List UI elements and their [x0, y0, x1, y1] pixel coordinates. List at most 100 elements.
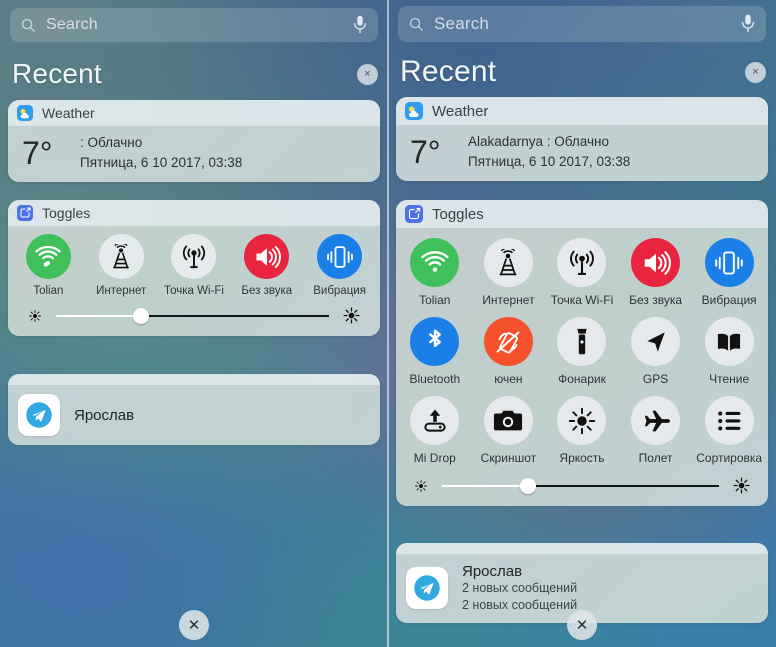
- toggle-reading-mode[interactable]: Чтение: [692, 317, 766, 386]
- weather-card[interactable]: Weather 7° Alakadarnya : Облачно Пятница…: [396, 97, 768, 182]
- toggles-card-body: Tolian Интернет Точка Wi-Fi Без звука Ви…: [396, 228, 768, 506]
- toggle-row-2: Bluetooth ючен Фонарик GPS Чтение: [398, 317, 766, 386]
- toggle-screenshot[interactable]: Скриншот: [472, 396, 546, 465]
- brightness-slider[interactable]: [56, 307, 329, 324]
- dismiss-all-button[interactable]: ✕: [567, 610, 597, 640]
- toggle-hotspot[interactable]: Точка Wi-Fi: [545, 238, 619, 307]
- toggle-airplane[interactable]: Полет: [619, 396, 693, 465]
- mi-drop-icon: [424, 409, 446, 432]
- toggle-hotspot[interactable]: Точка Wi-Fi: [158, 234, 231, 297]
- toggle-rotation-lock[interactable]: ючен: [472, 317, 546, 386]
- search-input-placeholder[interactable]: Search: [434, 14, 489, 34]
- vibration-icon: [326, 245, 353, 268]
- vibration-bubble: [317, 234, 363, 279]
- toggle-brightness[interactable]: Яркость: [545, 396, 619, 465]
- reading-bubble: [704, 317, 754, 366]
- toggle-gps[interactable]: GPS: [619, 317, 693, 386]
- flashlight-bubble: [557, 317, 607, 366]
- volume-icon: [644, 250, 671, 275]
- sort-list-icon: [718, 410, 741, 431]
- toggle-vibration[interactable]: Вибрация: [303, 234, 376, 297]
- toggles-card-header: Toggles: [8, 200, 380, 226]
- recent-header-row: Recent ×: [400, 55, 766, 89]
- weather-card-body: 7° Alakadarnya : Облачно Пятница, 6 10 2…: [396, 125, 768, 182]
- toggle-label: ючен: [494, 372, 523, 386]
- toggle-label: GPS: [642, 372, 669, 386]
- weather-card-header: Weather: [396, 97, 768, 125]
- microphone-icon[interactable]: [352, 14, 368, 36]
- search-bar[interactable]: Search: [10, 8, 378, 42]
- notification-card[interactable]: Ярослав: [8, 374, 380, 445]
- slider-knob[interactable]: [519, 477, 536, 494]
- toggles-card[interactable]: Toggles Tolian Интернет Точка Wi-Fi Без …: [8, 200, 380, 336]
- brightness-low-icon: [414, 479, 428, 492]
- hotspot-bubble: [557, 238, 607, 287]
- weather-app-icon: [17, 105, 33, 121]
- toggle-bluetooth[interactable]: Bluetooth: [398, 317, 472, 386]
- bluetooth-bubble: [410, 317, 460, 366]
- cell-tower-bubble: [483, 238, 533, 287]
- brightness-bubble: [557, 396, 607, 445]
- brightness-slider-row[interactable]: [398, 465, 766, 500]
- toggles-card[interactable]: Toggles Tolian Интернет Точка Wi-Fi Без …: [396, 200, 768, 506]
- sort-list-bubble: [704, 396, 754, 445]
- gps-icon: [646, 331, 665, 352]
- notification-line-2: 2 новых сообщений: [462, 597, 578, 612]
- toggle-label: Mi Drop: [413, 451, 456, 465]
- search-bar[interactable]: Search: [398, 6, 766, 42]
- toggle-row-3: Mi Drop Скриншот Яркость Полет Сортировк…: [398, 396, 766, 465]
- toggle-mobile-data[interactable]: Интернет: [85, 234, 158, 297]
- hotspot-icon: [182, 245, 206, 268]
- weather-temperature: 7°: [410, 133, 441, 170]
- airplane-bubble: [631, 396, 681, 445]
- weather-condition: Alakadarnya : Облачно: [468, 134, 610, 149]
- toggle-wifi[interactable]: Tolian: [398, 238, 472, 307]
- notification-text: Ярослав: [74, 407, 134, 424]
- clear-all-button[interactable]: ×: [745, 61, 766, 83]
- search-input-placeholder[interactable]: Search: [46, 16, 98, 34]
- search-icon: [21, 18, 35, 32]
- toggle-mobile-data[interactable]: Интернет: [472, 238, 546, 307]
- microphone-icon[interactable]: [740, 13, 756, 35]
- slider-fill: [442, 484, 528, 487]
- toggle-vibration[interactable]: Вибрация: [692, 238, 766, 307]
- brightness-icon: [568, 407, 596, 434]
- dismiss-all-button[interactable]: ✕: [179, 610, 209, 640]
- toggle-label: Скриншот: [480, 451, 537, 465]
- brightness-high-icon: [733, 477, 750, 494]
- toggles-card-body: Tolian Интернет Точка Wi-Fi Без звука Ви…: [8, 226, 380, 336]
- reading-icon: [718, 333, 741, 351]
- toggle-silent[interactable]: Без звука: [230, 234, 303, 297]
- toggle-silent[interactable]: Без звука: [619, 238, 693, 307]
- brightness-low-icon: [28, 309, 42, 322]
- toggle-label: Интернет: [96, 285, 147, 297]
- toggle-label: Точка Wi-Fi: [164, 285, 224, 297]
- brightness-slider-row[interactable]: [12, 297, 376, 330]
- notification-sender: Ярослав: [462, 563, 523, 580]
- flashlight-icon: [577, 328, 587, 354]
- clear-all-button[interactable]: ×: [357, 63, 378, 85]
- toggles-app-name: Toggles: [42, 205, 91, 221]
- weather-card[interactable]: Weather 7° : Облачно Пятница, 6 10 2017,…: [8, 100, 380, 183]
- weather-condition: : Облачно: [80, 135, 143, 150]
- pane-divider: [387, 0, 389, 647]
- notification-sender: Ярослав: [74, 406, 135, 424]
- notification-body: Ярослав: [8, 385, 380, 445]
- recent-header-row: Recent ×: [12, 57, 378, 91]
- slider-knob[interactable]: [132, 307, 149, 324]
- weather-detail: Alakadarnya : Облачно Пятница, 6 10 2017…: [468, 132, 630, 171]
- gps-bubble: [631, 317, 681, 366]
- weather-app-name: Weather: [42, 105, 95, 121]
- rotation-lock-bubble: [483, 317, 533, 366]
- toggle-flashlight[interactable]: Фонарик: [545, 317, 619, 386]
- weather-detail: : Облачно Пятница, 6 10 2017, 03:38: [80, 133, 242, 172]
- toggle-sort[interactable]: Сортировка: [692, 396, 766, 465]
- airplane-icon: [644, 410, 670, 431]
- toggle-mi-drop[interactable]: Mi Drop: [398, 396, 472, 465]
- brightness-slider[interactable]: [442, 477, 719, 494]
- toggle-row-1: Tolian Интернет Точка Wi-Fi Без звука Ви…: [398, 238, 766, 307]
- toggle-wifi[interactable]: Tolian: [12, 234, 85, 297]
- toggle-label: Фонарик: [558, 372, 606, 386]
- left-pane: Search Recent × Weather 7°: Облачно Пят…: [0, 0, 388, 647]
- bluetooth-icon: [428, 329, 441, 347]
